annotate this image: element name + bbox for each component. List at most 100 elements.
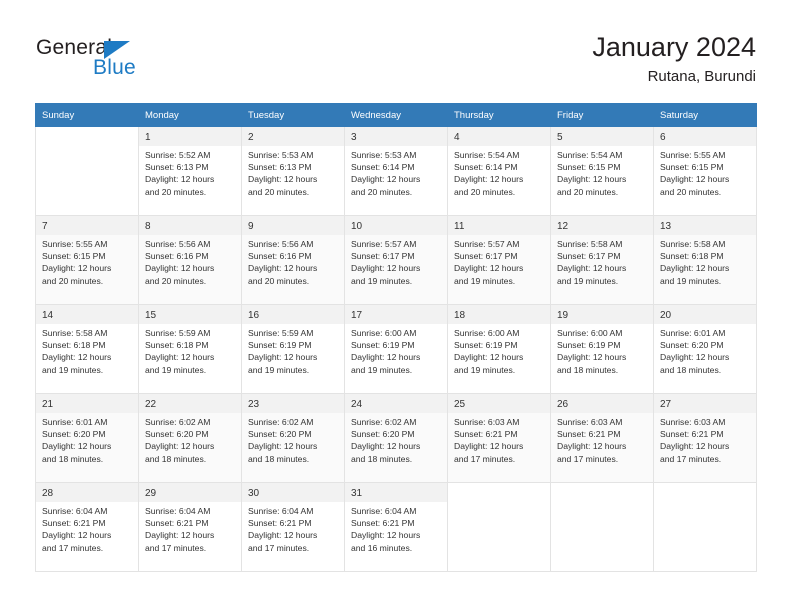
day-cell[interactable]: 7 Sunrise: 5:55 AM Sunset: 6:15 PM Dayli… xyxy=(35,215,139,305)
day-cell[interactable]: 17 Sunrise: 6:00 AM Sunset: 6:19 PM Dayl… xyxy=(344,304,448,394)
day-cell[interactable]: 31 Sunrise: 6:04 AM Sunset: 6:21 PM Dayl… xyxy=(344,482,448,572)
day-cell[interactable]: 30 Sunrise: 6:04 AM Sunset: 6:21 PM Dayl… xyxy=(241,482,345,572)
day-cell[interactable]: 6 Sunrise: 5:55 AM Sunset: 6:15 PM Dayli… xyxy=(653,126,757,216)
page-subtitle: Rutana, Burundi xyxy=(647,68,756,85)
sunset-text: Sunset: 6:15 PM xyxy=(557,162,621,173)
sunset-text: Sunset: 6:19 PM xyxy=(248,340,312,351)
sunrise-text: Sunrise: 5:56 AM xyxy=(145,239,211,249)
daylight-text-line1: Daylight: 12 hours xyxy=(351,352,421,363)
day-cell[interactable]: 24 Sunrise: 6:02 AM Sunset: 6:20 PM Dayl… xyxy=(344,393,448,483)
daylight-text-line1: Daylight: 12 hours xyxy=(145,263,215,274)
daylight-text-line1: Daylight: 12 hours xyxy=(660,263,730,274)
day-cell[interactable]: 28 Sunrise: 6:04 AM Sunset: 6:21 PM Dayl… xyxy=(35,482,139,572)
day-cell[interactable]: 19 Sunrise: 6:00 AM Sunset: 6:19 PM Dayl… xyxy=(550,304,654,394)
day-details: Sunrise: 6:04 AM Sunset: 6:21 PM Dayligh… xyxy=(242,502,344,554)
day-cell[interactable]: 9 Sunrise: 5:56 AM Sunset: 6:16 PM Dayli… xyxy=(241,215,345,305)
daylight-text-line1: Daylight: 12 hours xyxy=(42,441,112,452)
day-details: Sunrise: 6:01 AM Sunset: 6:20 PM Dayligh… xyxy=(654,324,756,376)
daylight-text-line1: Daylight: 12 hours xyxy=(248,263,318,274)
day-cell[interactable]: 20 Sunrise: 6:01 AM Sunset: 6:20 PM Dayl… xyxy=(653,304,757,394)
day-cell[interactable]: 4 Sunrise: 5:54 AM Sunset: 6:14 PM Dayli… xyxy=(447,126,551,216)
day-cell[interactable]: 1 Sunrise: 5:52 AM Sunset: 6:13 PM Dayli… xyxy=(138,126,242,216)
day-cell-empty xyxy=(35,126,139,216)
daylight-text-line2: and 16 minutes. xyxy=(351,542,413,553)
sunset-text: Sunset: 6:20 PM xyxy=(42,429,106,440)
day-number: 25 xyxy=(448,394,550,413)
daylight-text-line2: and 19 minutes. xyxy=(454,275,516,286)
sunset-text: Sunset: 6:21 PM xyxy=(145,518,209,529)
sunrise-text: Sunrise: 5:55 AM xyxy=(660,150,726,160)
day-cell[interactable]: 12 Sunrise: 5:58 AM Sunset: 6:17 PM Dayl… xyxy=(550,215,654,305)
calendar-header-row: Sunday Monday Tuesday Wednesday Thursday… xyxy=(35,103,757,127)
sunrise-text: Sunrise: 5:58 AM xyxy=(660,239,726,249)
day-number: 20 xyxy=(654,305,756,324)
day-cell[interactable]: 29 Sunrise: 6:04 AM Sunset: 6:21 PM Dayl… xyxy=(138,482,242,572)
daylight-text-line1: Daylight: 12 hours xyxy=(660,441,730,452)
daylight-text-line1: Daylight: 12 hours xyxy=(454,441,524,452)
daylight-text-line2: and 20 minutes. xyxy=(145,275,207,286)
daylight-text-line1: Daylight: 12 hours xyxy=(557,174,627,185)
weekday-header-saturday: Saturday xyxy=(653,103,757,127)
weekday-header-wednesday: Wednesday xyxy=(344,103,448,127)
day-cell[interactable]: 26 Sunrise: 6:03 AM Sunset: 6:21 PM Dayl… xyxy=(550,393,654,483)
day-cell[interactable]: 13 Sunrise: 5:58 AM Sunset: 6:18 PM Dayl… xyxy=(653,215,757,305)
daylight-text-line2: and 19 minutes. xyxy=(351,364,413,375)
sunrise-text: Sunrise: 6:00 AM xyxy=(557,328,623,338)
weekday-header-thursday: Thursday xyxy=(447,103,551,127)
day-cell[interactable]: 8 Sunrise: 5:56 AM Sunset: 6:16 PM Dayli… xyxy=(138,215,242,305)
sunrise-text: Sunrise: 6:04 AM xyxy=(145,506,211,516)
sunrise-text: Sunrise: 6:04 AM xyxy=(351,506,417,516)
day-details: Sunrise: 6:02 AM Sunset: 6:20 PM Dayligh… xyxy=(345,413,447,465)
day-number: 18 xyxy=(448,305,550,324)
daylight-text-line2: and 18 minutes. xyxy=(248,453,310,464)
sunrise-text: Sunrise: 6:00 AM xyxy=(351,328,417,338)
day-number: 22 xyxy=(139,394,241,413)
day-cell[interactable]: 27 Sunrise: 6:03 AM Sunset: 6:21 PM Dayl… xyxy=(653,393,757,483)
page-title: January 2024 xyxy=(592,32,756,62)
brand-logo[interactable]: General Blue xyxy=(36,36,206,86)
day-number: 3 xyxy=(345,127,447,146)
daylight-text-line2: and 19 minutes. xyxy=(248,364,310,375)
day-details: Sunrise: 5:52 AM Sunset: 6:13 PM Dayligh… xyxy=(139,146,241,198)
page-header: General Blue January 2024 Rutana, Burund… xyxy=(0,0,792,100)
day-cell[interactable]: 25 Sunrise: 6:03 AM Sunset: 6:21 PM Dayl… xyxy=(447,393,551,483)
day-cell[interactable]: 18 Sunrise: 6:00 AM Sunset: 6:19 PM Dayl… xyxy=(447,304,551,394)
sunrise-text: Sunrise: 6:04 AM xyxy=(42,506,108,516)
day-details: Sunrise: 5:53 AM Sunset: 6:13 PM Dayligh… xyxy=(242,146,344,198)
day-cell[interactable]: 2 Sunrise: 5:53 AM Sunset: 6:13 PM Dayli… xyxy=(241,126,345,216)
day-details: Sunrise: 5:56 AM Sunset: 6:16 PM Dayligh… xyxy=(242,235,344,287)
day-cell[interactable]: 22 Sunrise: 6:02 AM Sunset: 6:20 PM Dayl… xyxy=(138,393,242,483)
day-number: 11 xyxy=(448,216,550,235)
day-cell[interactable]: 15 Sunrise: 5:59 AM Sunset: 6:18 PM Dayl… xyxy=(138,304,242,394)
sunrise-text: Sunrise: 5:52 AM xyxy=(145,150,211,160)
day-cell[interactable]: 3 Sunrise: 5:53 AM Sunset: 6:14 PM Dayli… xyxy=(344,126,448,216)
day-cell[interactable]: 21 Sunrise: 6:01 AM Sunset: 6:20 PM Dayl… xyxy=(35,393,139,483)
daylight-text-line1: Daylight: 12 hours xyxy=(454,352,524,363)
daylight-text-line1: Daylight: 12 hours xyxy=(42,352,112,363)
day-cell[interactable]: 23 Sunrise: 6:02 AM Sunset: 6:20 PM Dayl… xyxy=(241,393,345,483)
daylight-text-line2: and 20 minutes. xyxy=(557,186,619,197)
day-cell[interactable]: 16 Sunrise: 5:59 AM Sunset: 6:19 PM Dayl… xyxy=(241,304,345,394)
sunrise-text: Sunrise: 6:01 AM xyxy=(42,417,108,427)
daylight-text-line2: and 17 minutes. xyxy=(454,453,516,464)
calendar-week-row: 7 Sunrise: 5:55 AM Sunset: 6:15 PM Dayli… xyxy=(35,215,757,305)
daylight-text-line2: and 19 minutes. xyxy=(145,364,207,375)
day-cell[interactable]: 10 Sunrise: 5:57 AM Sunset: 6:17 PM Dayl… xyxy=(344,215,448,305)
daylight-text-line2: and 19 minutes. xyxy=(557,275,619,286)
sunrise-text: Sunrise: 5:59 AM xyxy=(248,328,314,338)
daylight-text-line2: and 19 minutes. xyxy=(42,364,104,375)
sunrise-text: Sunrise: 5:57 AM xyxy=(351,239,417,249)
day-details: Sunrise: 5:58 AM Sunset: 6:17 PM Dayligh… xyxy=(551,235,653,287)
sunset-text: Sunset: 6:19 PM xyxy=(351,340,415,351)
sunrise-text: Sunrise: 6:02 AM xyxy=(351,417,417,427)
day-cell[interactable]: 11 Sunrise: 5:57 AM Sunset: 6:17 PM Dayl… xyxy=(447,215,551,305)
day-cell-empty xyxy=(653,482,757,572)
day-details: Sunrise: 5:55 AM Sunset: 6:15 PM Dayligh… xyxy=(36,235,138,287)
day-cell[interactable]: 5 Sunrise: 5:54 AM Sunset: 6:15 PM Dayli… xyxy=(550,126,654,216)
sunset-text: Sunset: 6:18 PM xyxy=(660,251,724,262)
daylight-text-line2: and 17 minutes. xyxy=(42,542,104,553)
daylight-text-line1: Daylight: 12 hours xyxy=(660,174,730,185)
sunset-text: Sunset: 6:19 PM xyxy=(557,340,621,351)
sunset-text: Sunset: 6:17 PM xyxy=(351,251,415,262)
day-cell[interactable]: 14 Sunrise: 5:58 AM Sunset: 6:18 PM Dayl… xyxy=(35,304,139,394)
